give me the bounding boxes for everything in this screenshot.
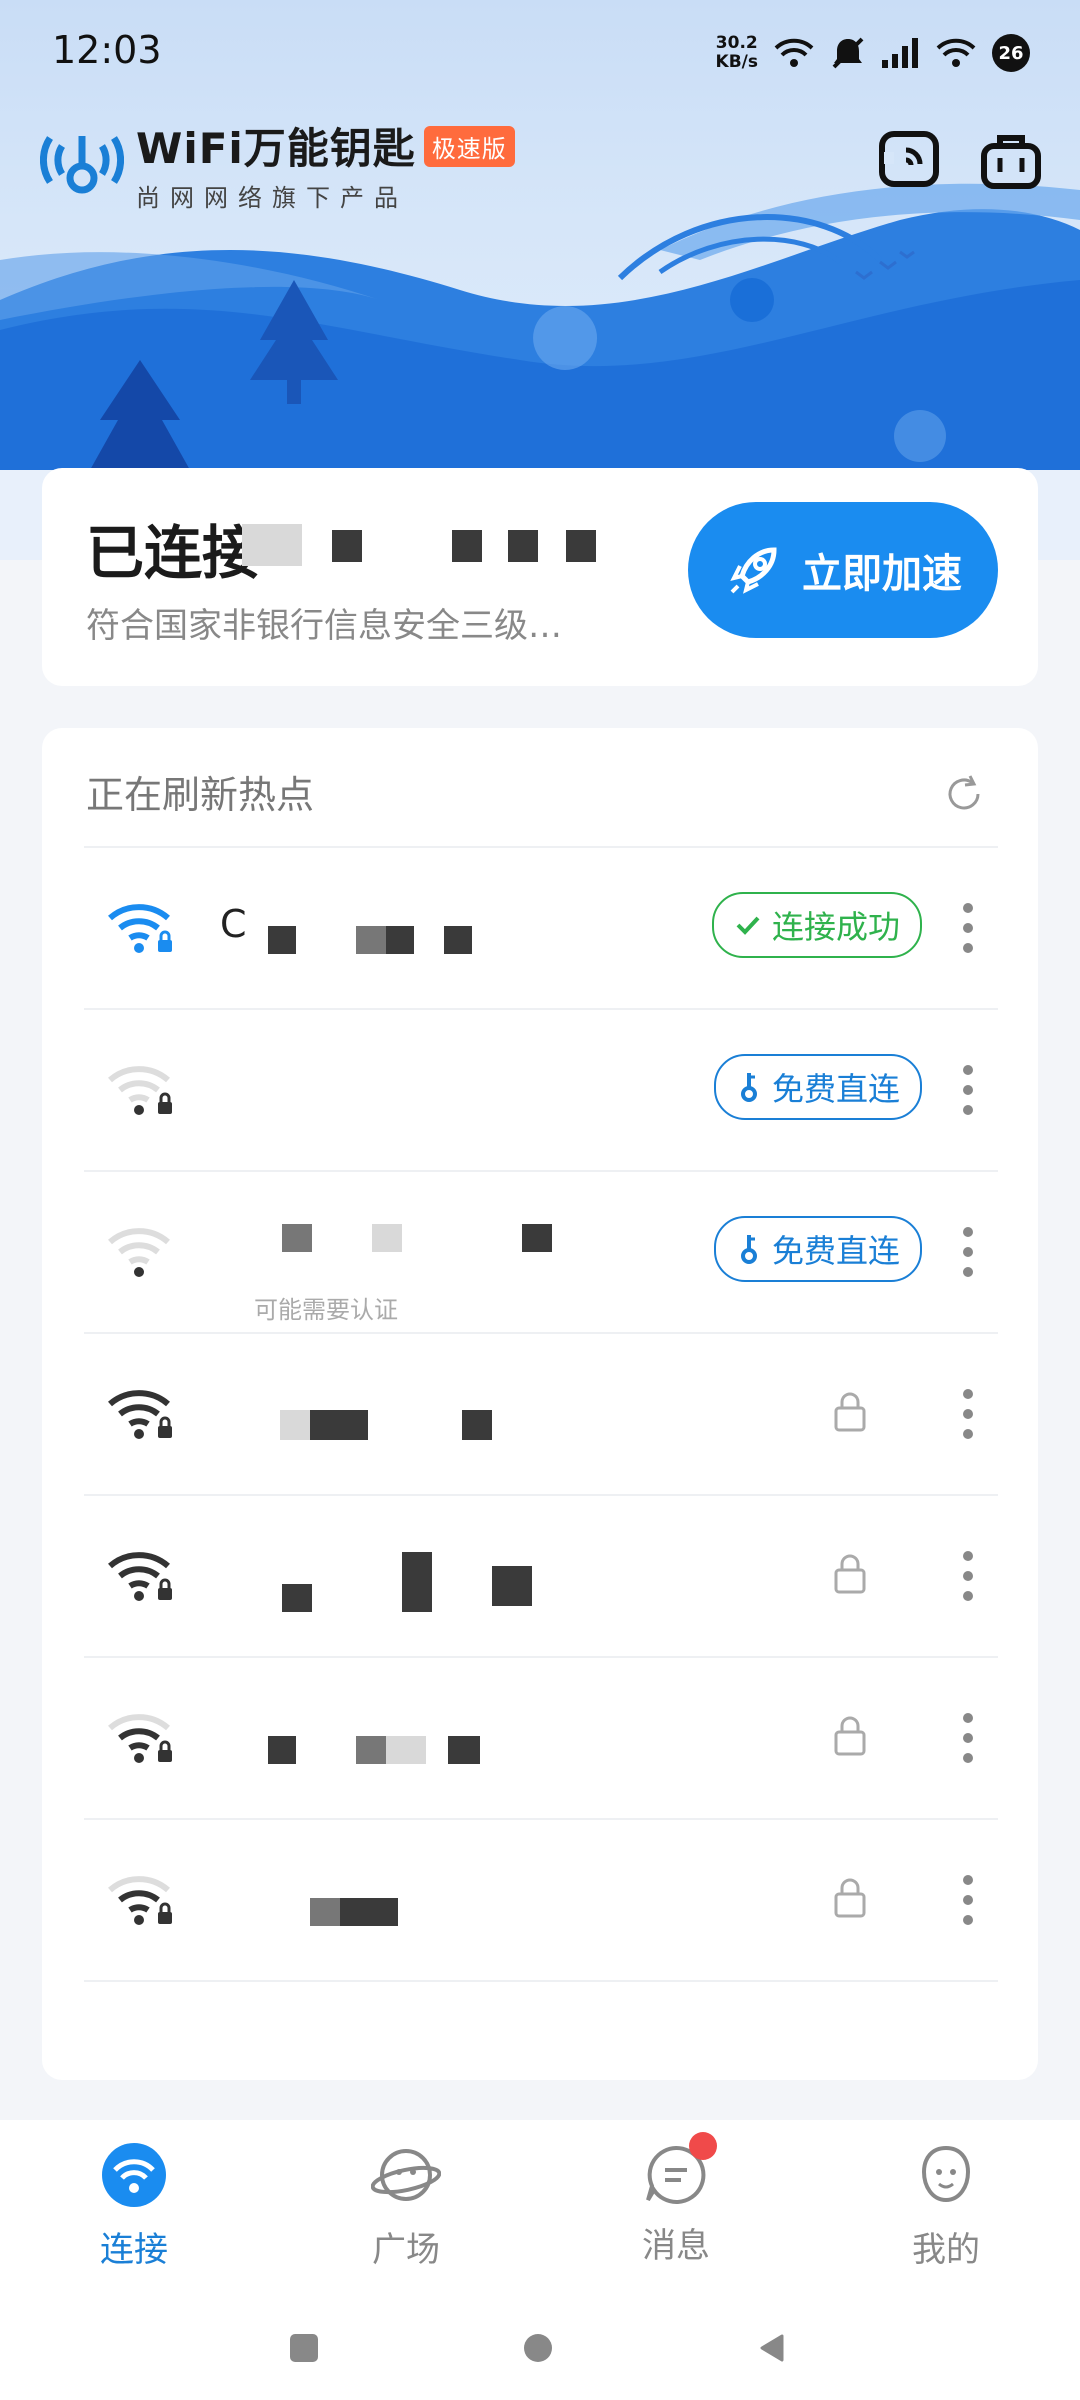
nav-connect-label: 连接 [100,2230,168,2270]
recent-apps-icon[interactable] [288,2332,320,2364]
hotspot-row[interactable]: 免费直连 [84,1010,998,1170]
connected-card: 已连接 符合国家非银行信息安全三级… 立即加速 [42,468,1038,686]
lock-icon [834,1554,866,1594]
speed-up-button[interactable]: 立即加速 [688,502,998,638]
lock-icon [834,1878,866,1918]
hotspot-auth-note: 可能需要认证 [254,1296,398,1324]
refresh-icon[interactable] [942,772,986,816]
rocket-icon [730,547,777,594]
connected-subtitle: 符合国家非银行信息安全三级… [86,606,562,646]
hotspot-list-header: 正在刷新热点 [86,773,315,817]
more-options-icon[interactable] [958,900,978,956]
lock-icon [834,1716,866,1756]
free-connect-button[interactable]: 免费直连 [713,1216,922,1282]
battery-badge: 26 [992,34,1030,72]
profile-face-icon [921,2145,971,2203]
wifi-strong-lock-icon [108,1390,172,1439]
bottom-navigation: 连接 广场 消息 我的 [0,2120,1080,2280]
unread-dot [689,2132,717,2160]
network-speed: 30.2 KB/s [716,34,758,72]
hotspot-name: C [220,902,247,946]
scan-icon[interactable] [876,126,942,192]
hotspot-row[interactable] [84,1334,998,1494]
key-icon [740,1235,757,1264]
connect-status-label: 连接成功 [771,908,900,946]
status-time: 12:03 [52,28,162,72]
network-speed-value: 30.2 [715,33,758,53]
wifi-signal-icon [936,38,976,67]
mute-bell-icon [832,37,864,69]
hotspot-list-card: 正在刷新热点 C 连接成功 免费直连 可能需要认证 免费直连 [42,728,1038,2080]
more-options-icon[interactable] [958,1386,978,1442]
back-icon[interactable] [756,2332,788,2364]
free-connect-label: 免费直连 [771,1070,900,1108]
nav-plaza[interactable]: 广场 [326,2140,486,2271]
connected-title: 已连接 [86,506,260,590]
hotspot-row[interactable] [84,1496,998,1656]
checkmark-icon [736,916,760,935]
toolbox-icon[interactable] [978,126,1044,192]
free-connect-button[interactable]: 免费直连 [713,1054,922,1120]
more-options-icon[interactable] [958,1710,978,1766]
connected-label: 已连接 [86,519,261,587]
wifi-medium-lock-icon [108,1876,172,1925]
key-icon [740,1073,757,1102]
more-options-icon[interactable] [958,1224,978,1280]
wifi-weak-lock-icon [108,1066,172,1115]
wifi-strong-lock-icon [108,1552,172,1601]
cellular-signal-icon [882,38,918,68]
nav-messages-label: 消息 [642,2226,710,2266]
speed-up-label: 立即加速 [802,551,962,597]
free-connect-label: 免费直连 [771,1232,900,1270]
connect-status-button[interactable]: 连接成功 [711,892,922,958]
wifi-weak-icon [108,1228,170,1277]
wifi-medium-lock-icon [108,1714,172,1763]
wifi-key-logo-icon [40,136,124,194]
edition-tag: 极速版 [423,126,515,167]
app-name: WiFi万能钥匙 [136,124,416,173]
app-tagline: 尚网网络旗下产品 [136,184,408,212]
hotspot-row[interactable] [84,1820,998,1980]
system-navigation-bar [0,2280,1080,2400]
more-options-icon[interactable] [958,1872,978,1928]
app-brand: WiFi万能钥匙 极速版 尚网网络旗下产品 [40,115,515,213]
more-options-icon[interactable] [958,1062,978,1118]
hotspot-row[interactable]: C 连接成功 [84,848,998,1008]
status-bar: 12:03 30.2 KB/s 26 [0,0,1080,100]
nav-messages[interactable]: 消息 [596,2132,756,2267]
nav-connect[interactable]: 连接 [54,2140,214,2271]
wifi-status-icon [774,38,814,67]
lock-icon [834,1392,866,1432]
wifi-nav-icon [102,2143,166,2207]
wifi-strong-lock-icon [108,904,172,953]
nav-plaza-label: 广场 [372,2230,440,2270]
nav-mine[interactable]: 我的 [866,2140,1026,2271]
planet-face-icon [370,2149,442,2201]
hotspot-row[interactable] [84,1658,998,1818]
more-options-icon[interactable] [958,1548,978,1604]
nav-mine-label: 我的 [912,2230,980,2270]
hotspot-row[interactable]: 可能需要认证 免费直连 [84,1172,998,1332]
network-speed-unit: KB/s [715,52,758,72]
messages-icon-wrap [641,2132,717,2210]
app-name-row: WiFi万能钥匙 极速版 [136,115,515,176]
home-icon[interactable] [522,2332,554,2364]
